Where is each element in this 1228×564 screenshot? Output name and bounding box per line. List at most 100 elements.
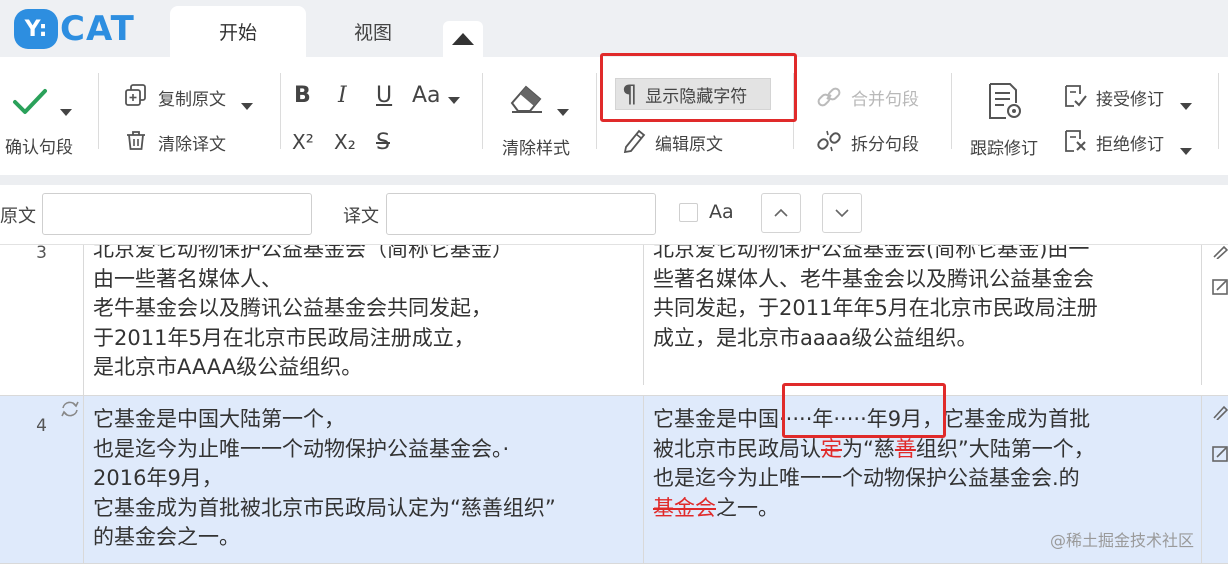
deleted-text: 善 (894, 436, 916, 461)
italic-button[interactable]: I (338, 83, 347, 108)
reject-changes-button[interactable]: 拒绝修订 (1096, 130, 1164, 155)
font-case-button[interactable]: Aa (412, 83, 441, 108)
target-text: 之一。 (716, 495, 779, 520)
divider (1218, 73, 1219, 149)
link-icon (816, 84, 842, 110)
reject-change-icon (1062, 128, 1088, 154)
source-line: 它基金是中国大陆第一个， (93, 407, 345, 431)
target-filter-label: 译文 (343, 206, 379, 227)
previous-match-button[interactable] (761, 193, 801, 233)
source-filter-input[interactable] (42, 193, 312, 235)
source-line: 的基金会之一。 (93, 525, 240, 549)
chevron-down-icon (835, 209, 849, 218)
edit-box-icon[interactable] (1212, 444, 1228, 462)
confirm-check-icon[interactable] (12, 87, 48, 117)
accept-change-icon (1062, 83, 1088, 109)
next-match-button[interactable] (822, 193, 862, 233)
target-line: 也是迄今为止唯一一个动物保护公益基金会.的 (653, 466, 1080, 490)
match-case-label: Aa (709, 201, 734, 223)
unlink-icon (816, 128, 842, 154)
edit-box-icon[interactable] (1212, 277, 1228, 295)
edit-icon[interactable] (1212, 404, 1228, 420)
watermark: @稀土掘金技术社区 (1050, 531, 1195, 550)
deleted-text: 基金会 (653, 495, 716, 520)
show-hidden-chars-button[interactable]: ¶ 显示隐藏字符 (615, 78, 771, 110)
tab-start[interactable]: 开始 (170, 6, 306, 57)
font-case-dropdown-icon[interactable] (448, 89, 460, 108)
target-text: 为“慈 (842, 436, 895, 461)
row-actions (1202, 245, 1228, 395)
segment-number: 3 (0, 245, 84, 395)
confirm-segment-button[interactable]: 确认句段 (5, 133, 73, 158)
match-case-checkbox[interactable] (679, 203, 698, 222)
target-line: 共同发起，于2011年年5月在北京市民政局注册 (653, 296, 1098, 320)
trash-icon (124, 128, 148, 152)
segment-grid: 3 北京爱它动物保护公益基金会（简称它基金） 由一些著名媒体人、 老牛基金会以及… (0, 245, 1228, 564)
divider (482, 73, 483, 149)
pencil-icon (622, 127, 648, 153)
strikethrough-button[interactable]: S (376, 130, 390, 155)
divider (793, 73, 794, 149)
edit-icon[interactable] (1212, 245, 1228, 259)
source-line: 老牛基金会以及腾讯公益基金会共同发起， (93, 296, 492, 320)
source-cell: 北京爱它动物保护公益基金会（简称它基金） 由一些著名媒体人、 老牛基金会以及腾讯… (84, 245, 644, 385)
clear-style-button[interactable]: 清除样式 (502, 134, 570, 159)
source-cell: 它基金是中国大陆第一个， 也是迄今为止唯一一个动物保护公益基金会。· 2016年… (84, 396, 644, 563)
copy-source-dropdown-icon[interactable] (241, 95, 253, 114)
source-filter-label: 原文 (0, 206, 36, 227)
source-line: 于2011年5月在北京市民政局注册成立， (93, 325, 475, 350)
bold-button[interactable]: B (294, 83, 311, 108)
split-segments-button[interactable]: 拆分句段 (851, 130, 919, 155)
copy-source-button[interactable]: 复制原文 (158, 85, 226, 110)
collapse-ribbon-button[interactable] (443, 21, 483, 57)
target-filter-input[interactable] (386, 193, 656, 235)
divider (951, 73, 952, 149)
target-line: 些著名媒体人、老牛基金会以及腾讯公益基金会 (653, 266, 1094, 291)
pilcrow-icon: ¶ (622, 80, 638, 108)
accept-changes-button[interactable]: 接受修订 (1096, 85, 1164, 110)
refresh-icon[interactable] (60, 400, 80, 418)
track-changes-button[interactable]: 跟踪修订 (970, 134, 1038, 159)
target-cell[interactable]: 北京爱它动物保护公益基金会(简称它基金)由一 些著名媒体人、老牛基金会以及腾讯公… (644, 245, 1202, 385)
ribbon-bottom-border (0, 175, 1228, 185)
divider (596, 73, 597, 149)
source-line: 是北京市AAAA级公益组织。 (93, 355, 363, 379)
source-line: 2016年9月， (93, 466, 223, 490)
source-line: 也是迄今为止唯一一个动物保护公益基金会。· (93, 436, 510, 461)
reject-dropdown-icon[interactable] (1180, 140, 1192, 159)
top-bar: Y: CAT 开始 视图 (0, 0, 1228, 57)
edit-source-button[interactable]: 编辑原文 (655, 130, 723, 155)
deleted-text: 定 (821, 436, 842, 461)
confirm-dropdown-icon[interactable] (60, 101, 72, 120)
tab-view[interactable]: 视图 (312, 6, 434, 57)
divider (98, 73, 99, 149)
filter-bar: 原文 译文 Aa (0, 185, 1228, 245)
chevron-up-icon (774, 208, 788, 217)
target-line: 它基金是中国·····年·····年9月，它基金成为首批 (653, 407, 1091, 431)
target-text: 被北京市民政局认 (653, 436, 821, 461)
eraser-icon[interactable] (508, 81, 546, 115)
merge-segments-button[interactable]: 合并句段 (851, 85, 919, 110)
clear-style-dropdown-icon[interactable] (557, 101, 569, 120)
ribbon-toolbar: 确认句段 复制原文 清除译文 B I U Aa X² X₂ S 清除样式 ¶ 显… (0, 57, 1228, 175)
logo-badge: Y: (14, 9, 58, 49)
segment-row-selected[interactable]: 4 它基金是中国大陆第一个， 也是迄今为止唯一一个动物保护公益基金会。· 201… (0, 396, 1228, 564)
segment-row[interactable]: 3 北京爱它动物保护公益基金会（简称它基金） 由一些著名媒体人、 老牛基金会以及… (0, 245, 1228, 396)
target-line: 北京爱它动物保护公益基金会(简称它基金)由一 (653, 245, 1090, 261)
source-line: 由一些著名媒体人、 (93, 266, 282, 291)
app-logo: Y: CAT (14, 8, 135, 50)
track-changes-icon[interactable] (986, 81, 1024, 121)
superscript-button[interactable]: X² (292, 130, 314, 154)
copy-icon (124, 83, 148, 107)
target-text: 组织”大陆第一个， (915, 436, 1095, 461)
accept-dropdown-icon[interactable] (1180, 95, 1192, 114)
logo-text: CAT (60, 9, 135, 49)
segment-number: 4 (0, 396, 84, 563)
subscript-button[interactable]: X₂ (334, 130, 356, 154)
target-line: 成立，是北京市aaaa级公益组织。 (653, 325, 978, 350)
clear-translation-button[interactable]: 清除译文 (158, 130, 226, 155)
chevron-up-icon (452, 33, 474, 45)
underline-button[interactable]: U (376, 83, 392, 108)
target-line: 被北京市民政局认定为“慈善组织”大陆第一个， (653, 435, 1201, 465)
source-line: 北京爱它动物保护公益基金会（简称它基金） (93, 245, 513, 261)
